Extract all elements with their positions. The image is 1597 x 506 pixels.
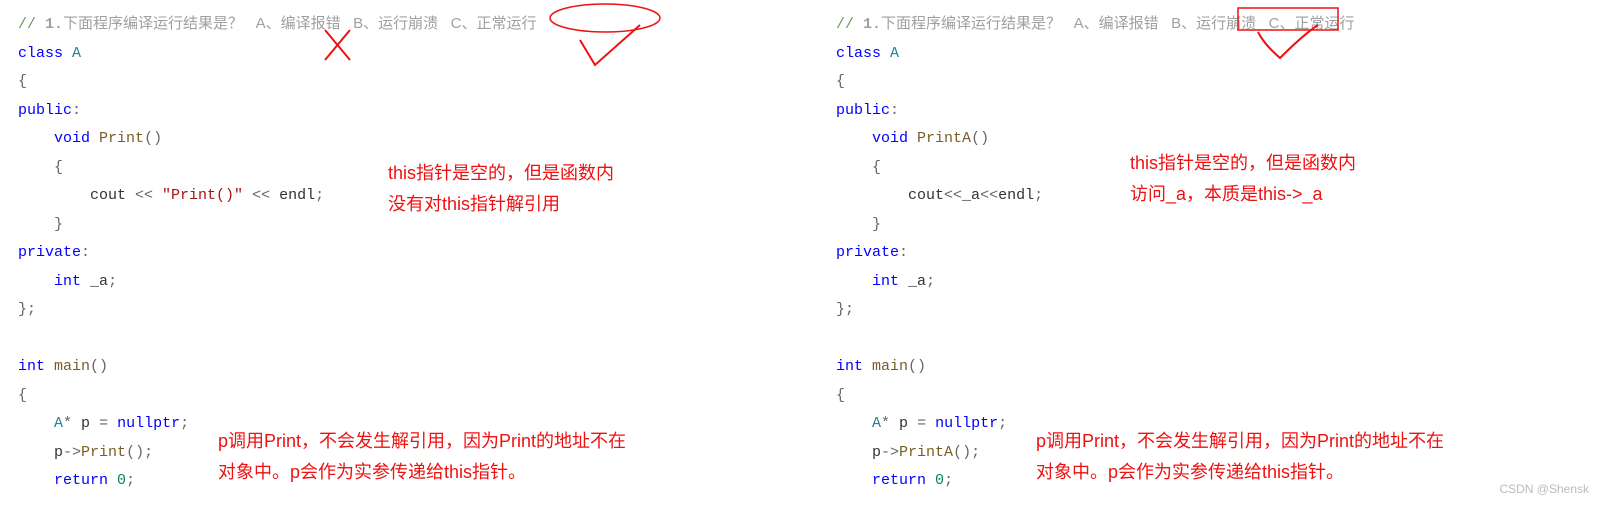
annotation-bottom-left: p调用Print，不会发生解引用，因为Print的地址不在 对象中。p会作为实参… bbox=[218, 426, 626, 487]
code-line: class A bbox=[18, 40, 772, 69]
code-line: { bbox=[836, 68, 1580, 97]
annotation-top-right: this指针是空的，但是函数内 访问_a，本质是this->_a bbox=[1130, 148, 1356, 209]
question-num: 1. bbox=[45, 16, 63, 33]
watermark-text: CSDN @Shensk bbox=[1499, 478, 1589, 501]
code-line: } bbox=[836, 211, 1580, 240]
code-line: }; bbox=[836, 296, 1580, 325]
code-line: private: bbox=[836, 239, 1580, 268]
code-line bbox=[836, 325, 1580, 354]
option-c: C、正常运行 bbox=[1269, 15, 1355, 32]
code-line: }; bbox=[18, 296, 772, 325]
code-line: { bbox=[836, 382, 1580, 411]
code-line: { bbox=[18, 382, 772, 411]
option-a: A、编译报错 bbox=[1074, 15, 1159, 32]
comment-prefix: // bbox=[18, 16, 45, 33]
code-line: public: bbox=[836, 97, 1580, 126]
option-b: B、运行崩溃 bbox=[1171, 15, 1256, 32]
code-line: int _a; bbox=[18, 268, 772, 297]
option-a: A、编译报错 bbox=[256, 15, 341, 32]
question-line: // 1.下面程序编译运行结果是？ A、编译报错 B、运行崩溃 C、正常运行 bbox=[18, 10, 772, 40]
option-b: B、运行崩溃 bbox=[353, 15, 438, 32]
code-line: private: bbox=[18, 239, 772, 268]
comment-prefix: // bbox=[836, 16, 863, 33]
question-line: // 1.下面程序编译运行结果是？ A、编译报错 B、运行崩溃 C、正常运行 bbox=[836, 10, 1580, 40]
annotation-bottom-right: p调用Print，不会发生解引用，因为Print的地址不在 对象中。p会作为实参… bbox=[1036, 426, 1444, 487]
question-text: 下面程序编译运行结果是？ bbox=[881, 15, 1061, 32]
question-text: 下面程序编译运行结果是？ bbox=[63, 15, 243, 32]
option-c: C、正常运行 bbox=[451, 15, 537, 32]
code-line bbox=[18, 325, 772, 354]
code-line: public: bbox=[18, 97, 772, 126]
code-line: { bbox=[18, 68, 772, 97]
code-line: class A bbox=[836, 40, 1580, 69]
code-line: int _a; bbox=[836, 268, 1580, 297]
annotation-top-left: this指针是空的，但是函数内 没有对this指针解引用 bbox=[388, 158, 614, 219]
code-line: int main() bbox=[836, 353, 1580, 382]
code-line: int main() bbox=[18, 353, 772, 382]
code-line: void Print() bbox=[18, 125, 772, 154]
question-num: 1. bbox=[863, 16, 881, 33]
